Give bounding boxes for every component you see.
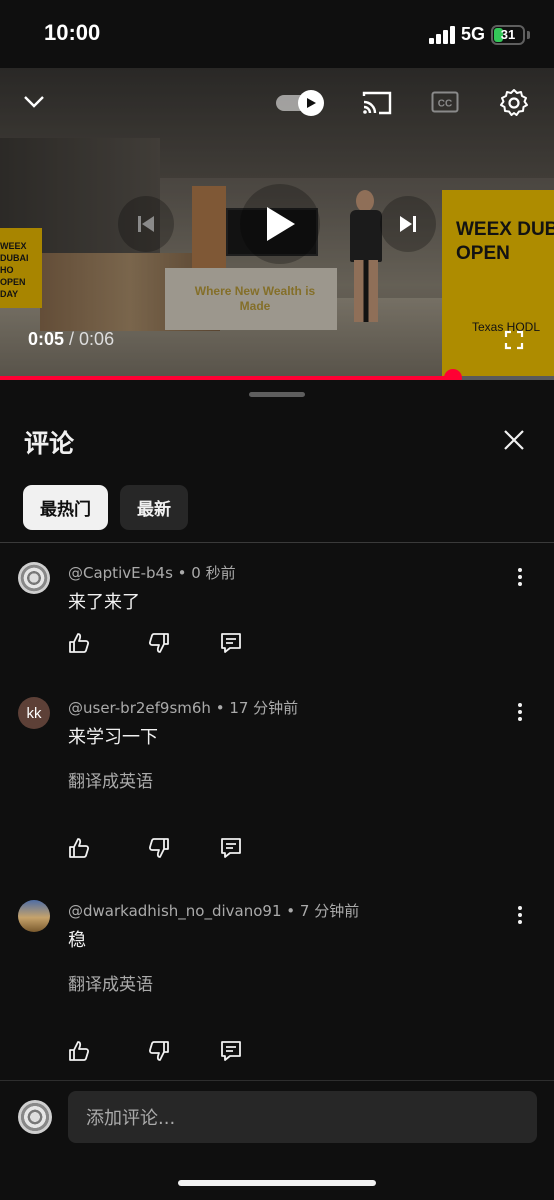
comment-actions [68,1040,248,1064]
skip-previous-icon [138,216,154,232]
comment-meta: @user-br2ef9sm6h • 17 分钟前 [68,699,299,717]
comment-author[interactable]: @user-br2ef9sm6h [68,699,211,717]
autoplay-toggle[interactable] [276,90,328,116]
home-indicator [178,1180,376,1186]
thumbs-down-icon[interactable] [148,632,172,656]
duration: 0:06 [79,329,115,349]
status-bar: 10:00 5G 31 [0,0,554,68]
battery-level: 31 [500,27,516,42]
status-time: 10:00 [44,20,101,45]
reply-icon[interactable] [220,632,244,656]
reply-icon[interactable] [220,837,244,861]
more-options-icon[interactable] [510,904,530,926]
comment-time: 0 秒前 [191,564,236,582]
video-player[interactable]: Where New Wealth is Made WEEX DUBAI HO O… [0,68,554,378]
panel-title: 评论 [24,429,75,458]
comment-meta: @CaptivE-b4s • 0 秒前 [68,564,236,582]
drag-handle[interactable] [249,392,305,397]
reply-icon[interactable] [220,1040,244,1064]
comment-text: 来学习一下 [68,727,158,748]
time-display: 0:05 / 0:06 [28,329,114,350]
my-avatar [18,1100,52,1134]
thumbs-up-icon[interactable] [68,1040,92,1064]
chevron-down-icon[interactable] [18,88,50,116]
comment-time: 7 分钟前 [299,902,360,920]
gear-icon[interactable] [497,86,531,120]
play-icon [267,207,295,241]
comment-actions [68,837,248,861]
network-type: 5G [461,24,486,44]
translate-link[interactable]: 翻译成英语 [68,767,153,792]
more-options-icon[interactable] [510,701,530,723]
battery-cap [527,31,530,39]
cast-icon[interactable] [360,88,394,118]
thumbs-down-icon[interactable] [148,837,172,861]
skip-next-icon [400,216,416,232]
comment-text: 稳 [68,930,86,951]
comments-panel: 评论 最热门 最新 @CaptivE-b4s • 0 秒前 来了来了 kk @u… [0,380,554,1200]
comment-meta: @dwarkadhish_no_divano91 • 7 分钟前 [68,902,360,920]
divider [0,542,554,543]
autoplay-play-icon [298,90,324,116]
compose-divider [0,1080,554,1081]
comment-author[interactable]: @CaptivE-b4s [68,564,173,582]
thumbs-down-icon[interactable] [148,1040,172,1064]
thumbs-up-icon[interactable] [68,632,92,656]
current-time: 0:05 [28,329,65,349]
fullscreen-icon[interactable] [502,328,526,352]
chip-newest[interactable]: 最新 [120,485,188,530]
translate-link[interactable]: 翻译成英语 [68,970,153,995]
comment-author[interactable]: @dwarkadhish_no_divano91 [68,902,282,920]
battery-icon: 31 [491,25,525,45]
signal-icon [429,26,455,44]
more-options-icon[interactable] [510,566,530,588]
svg-text:CC: CC [438,99,452,110]
play-button[interactable] [240,184,320,264]
avatar[interactable] [18,562,50,594]
skip-previous-button[interactable] [118,196,174,252]
sort-chips: 最热门 最新 [23,485,188,530]
skip-next-button[interactable] [380,196,436,252]
time-separator: / [64,329,80,349]
comment-time: 17 分钟前 [229,699,299,717]
comment-actions [68,632,248,656]
captions-icon[interactable]: CC [430,90,460,114]
avatar[interactable]: kk [18,697,50,729]
comment-input[interactable]: 添加评论... [68,1091,537,1143]
thumbs-up-icon[interactable] [68,837,92,861]
close-icon[interactable] [498,424,530,456]
chip-top[interactable]: 最热门 [23,485,108,530]
avatar[interactable] [18,900,50,932]
comment-text: 来了来了 [68,592,140,613]
